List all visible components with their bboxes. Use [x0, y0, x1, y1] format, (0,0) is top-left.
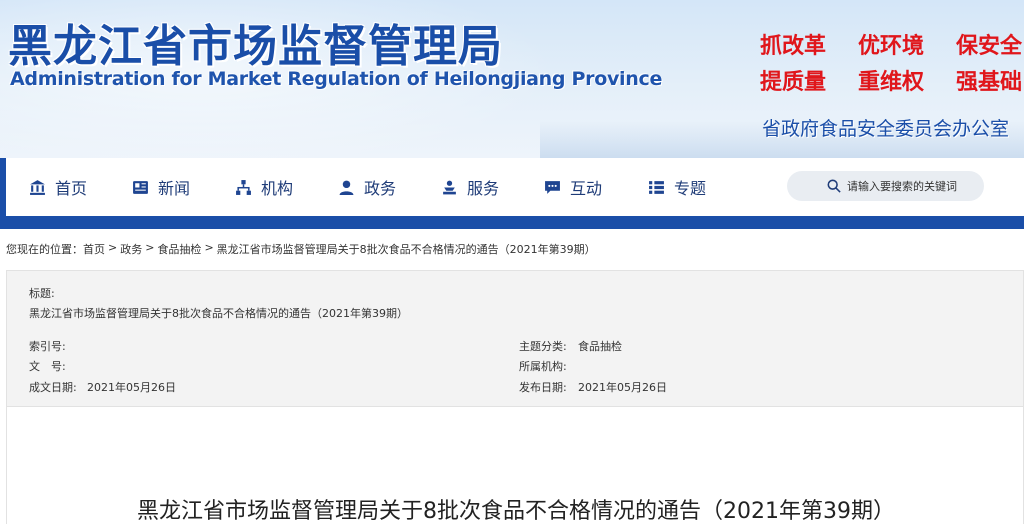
meta-created-label: 成文日期: — [29, 381, 77, 394]
breadcrumb-separator: > — [145, 241, 155, 254]
nav-label: 机构 — [261, 179, 294, 198]
nav-item-org[interactable]: 机构 — [235, 158, 293, 216]
chat-icon — [545, 180, 560, 194]
slogan: 优环境 — [858, 34, 925, 59]
slogan: 保安全 — [956, 34, 1023, 59]
org-chart-icon — [236, 179, 251, 195]
breadcrumb-home[interactable]: 首页 — [83, 241, 105, 257]
slogan: 重维权 — [858, 70, 925, 95]
meta-title-value: 黑龙江省市场监督管理局关于8批次食品不合格情况的通告（2021年第39期） — [29, 307, 408, 320]
slogans: 抓改革 优环境 保安全 提质量 重维权 强基础 — [760, 28, 1024, 96]
document-metadata: 标题: 黑龙江省市场监督管理局关于8批次食品不合格情况的通告（2021年第39期… — [6, 270, 1024, 407]
list-icon — [649, 180, 664, 194]
meta-docno-label: 文 号: — [29, 360, 66, 373]
breadcrumb-affairs[interactable]: 政务 — [120, 241, 142, 257]
site-subtitle: Administration for Market Regulation of … — [10, 68, 663, 90]
slogan: 提质量 — [760, 70, 827, 95]
nav-item-interact[interactable]: 互动 — [544, 158, 602, 216]
meta-published-label: 发布日期: — [519, 381, 567, 394]
search-input[interactable] — [847, 179, 992, 193]
breadcrumb-food-inspection[interactable]: 食品抽检 — [157, 241, 201, 257]
nav-label: 服务 — [467, 179, 500, 198]
nav-label: 互动 — [570, 179, 603, 198]
meta-created-value: 2021年05月26日 — [87, 381, 176, 394]
search-box[interactable] — [787, 171, 992, 201]
search-icon[interactable] — [827, 179, 841, 193]
nav-item-affairs[interactable]: 政务 — [338, 158, 396, 216]
breadcrumb-current[interactable]: 黑龙江省市场监督管理局关于8批次食品不合格情况的通告（2021年第39期） — [217, 241, 596, 257]
article-title: 黑龙江省市场监督管理局关于8批次食品不合格情况的通告（2021年第39期） — [137, 499, 895, 524]
person-icon — [339, 180, 354, 195]
meta-category-value: 食品抽检 — [578, 340, 622, 353]
meta-index-label: 索引号: — [29, 340, 66, 353]
nav-label: 新闻 — [158, 179, 191, 198]
breadcrumb: 您现在的位置： 首页 > 政务 > 食品抽检 > 黑龙江省市场监督管理局关于8批… — [6, 241, 596, 257]
nav-item-home[interactable]: 首页 — [29, 158, 87, 216]
bank-icon — [30, 179, 45, 195]
header-banner: 黑龙江省市场监督管理局 Administration for Market Re… — [0, 0, 1024, 158]
nav-label: 专题 — [674, 179, 707, 198]
nav-label: 政务 — [364, 179, 397, 198]
nav-item-service[interactable]: 服务 — [441, 158, 499, 216]
site-title: 黑龙江省市场监督管理局 — [8, 21, 503, 72]
newspaper-icon — [133, 180, 148, 194]
nav-label: 首页 — [55, 179, 88, 198]
nav-item-news[interactable]: 新闻 — [132, 158, 190, 216]
slogan: 抓改革 — [760, 34, 827, 59]
slogan: 强基础 — [956, 70, 1023, 95]
nav-bottom-strip — [0, 216, 1024, 229]
breadcrumb-prefix: 您现在的位置： — [6, 243, 83, 256]
breadcrumb-separator: > — [204, 241, 214, 254]
office-name: 省政府食品安全委员会办公室 — [762, 118, 1010, 140]
nav-item-topics[interactable]: 专题 — [648, 158, 706, 216]
nav-accent-bar — [0, 158, 6, 216]
meta-category-label: 主题分类: — [519, 340, 567, 353]
meta-title-label: 标题: — [29, 287, 55, 300]
service-icon — [443, 180, 456, 194]
breadcrumb-separator: > — [108, 241, 118, 254]
meta-org-label: 所属机构: — [519, 360, 567, 373]
meta-published-value: 2021年05月26日 — [578, 381, 667, 394]
article-body: 黑龙江省市场监督管理局关于8批次食品不合格情况的通告（2021年第39期） — [6, 407, 1024, 524]
